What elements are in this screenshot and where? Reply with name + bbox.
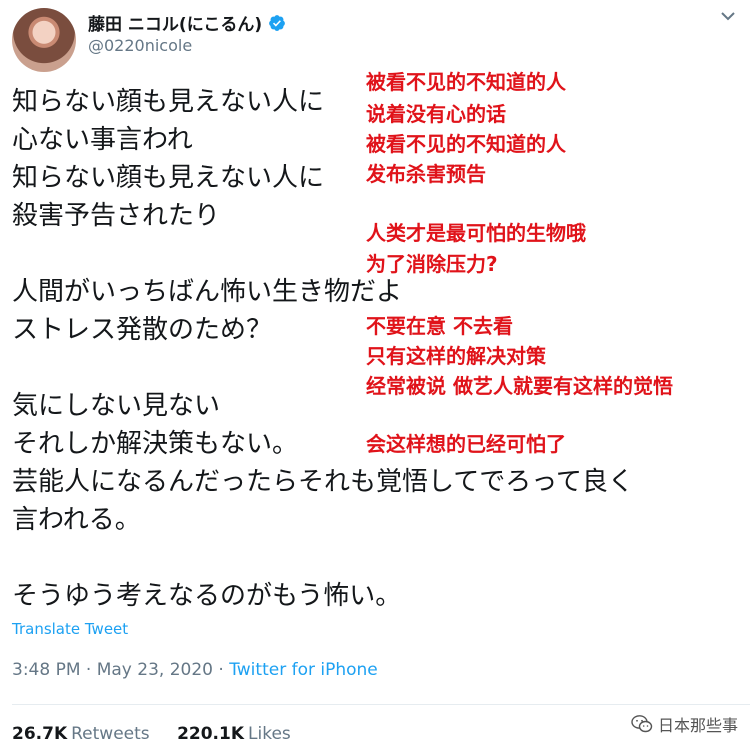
likes-count[interactable]: 220.1K [177,724,244,744]
tweet-line: そうゆう考えなるのがもう怖い。 [12,581,402,611]
tweet-line: 心ない事言われ [12,125,193,155]
avatar[interactable] [12,8,76,72]
tweet-stats: 26.7K Retweets 220.1K Likes [12,724,313,744]
tweet-line: 知らない顔も見えない人に [12,87,325,117]
wechat-icon [631,715,653,733]
tweet-line: 気にしない見ない [12,391,221,421]
user-name-row: 藤田 ニコル(にこるん) [88,10,286,35]
tweet-line: ストレス発散のため？ [12,315,273,345]
watermark: 日本那些事 [631,712,738,736]
meta-separator: · [85,660,92,680]
retweets-count[interactable]: 26.7K [12,724,67,744]
tweet-meta: 3:48 PM · May 23, 2020 · Twitter for iPh… [12,660,378,680]
display-name[interactable]: 藤田 ニコル(にこるん) [88,10,262,35]
tweet-date[interactable]: May 23, 2020 [97,660,213,680]
tweet-line: 人間がいっちばん怖い生き物だよ [12,277,403,307]
likes-label[interactable]: Likes [248,724,291,744]
tweet-line: 知らない顔も見えない人に [12,163,325,193]
translate-tweet-link[interactable]: Translate Tweet [12,620,128,638]
chevron-down-icon[interactable] [720,10,736,22]
tweet-text: 知らない顔も見えない人に 心ない事言われ 知らない顔も見えない人に 殺害予告され… [12,83,742,615]
tweet-time[interactable]: 3:48 PM [12,660,81,680]
tweet-line: 言われる。 [12,505,141,535]
retweets-label[interactable]: Retweets [71,724,150,744]
watermark-text: 日本那些事 [657,716,738,735]
tweet-source-link[interactable]: Twitter for iPhone [229,660,378,680]
verified-badge-icon [269,14,285,31]
divider [12,704,750,705]
tweet-line: 殺害予告されたり [12,201,221,231]
tweet-line: それしか解決策もない。 [12,429,299,459]
meta-separator: · [218,660,224,680]
tweet-line: 芸能人になるんだったらそれも覚悟してでろって良く [12,467,634,497]
user-handle[interactable]: @0220nicole [88,36,192,55]
